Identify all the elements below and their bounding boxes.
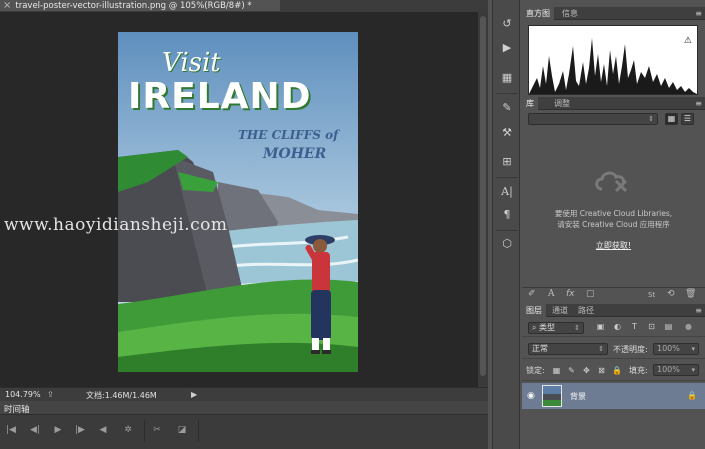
play-icon[interactable]: ▶: [52, 424, 64, 436]
poster-canvas[interactable]: Visit IRELAND THE CLIFFS of MOHER: [118, 32, 358, 372]
grid-view-icon[interactable]: ▦: [665, 113, 678, 125]
library-message-line1: 要使用 Creative Cloud Libraries,: [554, 209, 673, 218]
lock-artboard-icon[interactable]: ⊠: [597, 366, 606, 375]
list-view-icon[interactable]: ☰: [681, 113, 694, 125]
blend-mode-value: 正常: [532, 344, 548, 353]
library-dropdown[interactable]: ⇕: [528, 113, 658, 125]
shape-filter-icon[interactable]: ⊡: [647, 322, 656, 331]
filter-kind-select[interactable]: ⌕ 类型 ⇕: [528, 322, 584, 334]
get-it-now-link[interactable]: 立即获取!: [522, 240, 705, 251]
pixel-filter-icon[interactable]: ▣: [596, 322, 605, 331]
library-panel: 库 调整 ≡ ⇕ ▦ ☰ 要使用 Creative Cloud Librarie…: [522, 97, 705, 302]
poster-ireland: IRELAND: [128, 76, 312, 117]
transition-icon[interactable]: ◪: [176, 424, 188, 436]
layer-thumbnail: [542, 385, 562, 407]
close-tab-icon[interactable]: ×: [3, 0, 11, 11]
canvas-vertical-scrollbar[interactable]: [478, 12, 488, 387]
share-icon[interactable]: ⇪: [47, 390, 54, 399]
clone-source-icon[interactable]: ⊞: [500, 156, 514, 168]
layer-row-background[interactable]: ◉ 背景 🔒: [522, 383, 705, 409]
layer-name: 背景: [570, 392, 586, 401]
timeline-header: 时间轴: [0, 401, 488, 415]
layers-panel: 图层 通道 路径 ≡ ⌕ 类型 ⇕ ▣ ◐ T ⊡ ▤ ● 正常 ⇕ 不透明度: 1…: [522, 302, 705, 449]
adjustment-filter-icon[interactable]: ◐: [613, 322, 622, 331]
layer-lock-icon: 🔒: [687, 391, 697, 400]
cloud-offline-icon: [592, 167, 632, 195]
poster-subtitle-line1: THE CLIFFS of: [238, 128, 339, 142]
lock-position-icon[interactable]: ✥: [582, 366, 591, 375]
zoom-level[interactable]: 104.79%: [5, 390, 41, 399]
type-filter-icon[interactable]: T: [630, 322, 639, 331]
library-message-line2: 请安装 Creative Cloud 应用程序: [557, 220, 670, 229]
panel-menu-icon[interactable]: ≡: [695, 9, 702, 18]
layer-filter-row: ⌕ 类型 ⇕ ▣ ◐ T ⊡ ▤ ●: [522, 319, 705, 337]
opacity-input[interactable]: 100% ▾: [653, 343, 699, 355]
panel-menu-icon[interactable]: ≡: [695, 306, 702, 315]
tab-paths[interactable]: 路径: [574, 304, 598, 317]
status-menu-arrow-icon[interactable]: ▶: [191, 390, 197, 399]
lock-row: 锁定: ▦ ✎ ✥ ⊠ 🔒 填充: 100% ▾: [522, 361, 705, 381]
cache-warning-icon[interactable]: ⚠: [684, 36, 692, 46]
visibility-eye-icon[interactable]: ◉: [527, 391, 535, 401]
watermark-text: www.haoyidiansheji.com: [4, 215, 228, 235]
document-size[interactable]: 文档:1.46M/1.46M: [86, 390, 157, 401]
first-frame-icon[interactable]: |◀: [5, 424, 17, 436]
fill-input[interactable]: 100% ▾: [653, 364, 699, 376]
tab-bar-empty: [280, 0, 488, 12]
timeline-title: 时间轴: [4, 405, 30, 415]
delete-icon[interactable]: 🗑: [685, 289, 696, 299]
canvas-workspace[interactable]: Visit IRELAND THE CLIFFS of MOHER www.ha…: [0, 12, 488, 387]
character-icon[interactable]: A|: [500, 186, 514, 198]
settings-icon[interactable]: ✲: [122, 424, 134, 436]
add-color-icon[interactable]: ▢: [586, 289, 595, 299]
fill-value: 100%: [657, 365, 680, 374]
tab-layers[interactable]: 图层: [522, 304, 546, 317]
document-tab[interactable]: × travel-poster-vector-illustration.png …: [0, 0, 280, 12]
tool-presets-icon[interactable]: ⚒: [500, 127, 514, 139]
filter-kind-value: 类型: [539, 323, 556, 332]
panel-icon-strip: ↺ ▶ ▦ ✎ ⚒ ⊞ A| ¶ ⬡: [492, 0, 520, 449]
lock-all-icon[interactable]: 🔒: [612, 366, 622, 375]
histogram-graph: ⚠: [528, 25, 698, 95]
document-title: travel-poster-vector-illustration.png @ …: [15, 0, 252, 11]
tab-channels[interactable]: 通道: [548, 304, 572, 317]
add-layer-style-icon[interactable]: fx: [566, 289, 575, 299]
blend-mode-select[interactable]: 正常 ⇕: [528, 343, 608, 355]
tab-info[interactable]: 信息: [558, 7, 582, 20]
poster-subtitle-line2: MOHER: [263, 146, 327, 162]
timeline-panel: |◀ ◀| ▶ |▶ ◀ ✲ ✂ ◪: [0, 415, 488, 449]
tab-library[interactable]: 库: [522, 97, 538, 110]
actions-play-icon[interactable]: ▶: [500, 42, 514, 54]
tab-histogram[interactable]: 直方图: [522, 7, 554, 20]
properties-icon[interactable]: ▦: [500, 72, 514, 84]
stock-icon[interactable]: St: [648, 291, 655, 299]
prev-frame-icon[interactable]: ◀|: [29, 424, 41, 436]
blend-row: 正常 ⇕ 不透明度: 100% ▾: [522, 339, 705, 359]
lock-label: 锁定:: [526, 366, 545, 375]
opacity-value: 100%: [657, 344, 680, 353]
panel-menu-icon[interactable]: ≡: [695, 99, 702, 108]
brush-presets-icon[interactable]: ✎: [500, 102, 514, 114]
paragraph-icon[interactable]: ¶: [500, 209, 514, 221]
poster-visit: Visit: [162, 48, 221, 78]
sync-status-icon[interactable]: ⟲: [667, 289, 675, 299]
history-icon[interactable]: ↺: [500, 18, 514, 30]
audio-icon[interactable]: ◀: [97, 424, 109, 436]
smart-object-filter-icon[interactable]: ▤: [664, 322, 673, 331]
3d-cube-icon[interactable]: ⬡: [500, 238, 514, 250]
lock-transparent-icon[interactable]: ▦: [552, 366, 561, 375]
fill-label: 填充:: [629, 366, 648, 375]
add-character-style-icon[interactable]: A: [548, 289, 555, 299]
lock-pixels-icon[interactable]: ✎: [567, 366, 576, 375]
histogram-curve: [529, 38, 697, 94]
add-graphic-icon[interactable]: ✐: [528, 289, 536, 299]
status-bar: 104.79% ⇪ 文档:1.46M/1.46M ▶: [0, 387, 488, 401]
opacity-label: 不透明度:: [613, 345, 648, 354]
library-footer: ✐ A fx ▢ St ⟲ 🗑: [522, 287, 705, 301]
next-frame-icon[interactable]: |▶: [74, 424, 86, 436]
filter-toggle-icon[interactable]: ●: [684, 322, 693, 331]
tab-adjustments[interactable]: 调整: [550, 97, 574, 110]
histogram-panel: 直方图 信息 ≡ ⚠: [522, 7, 705, 97]
split-icon[interactable]: ✂: [151, 424, 163, 436]
